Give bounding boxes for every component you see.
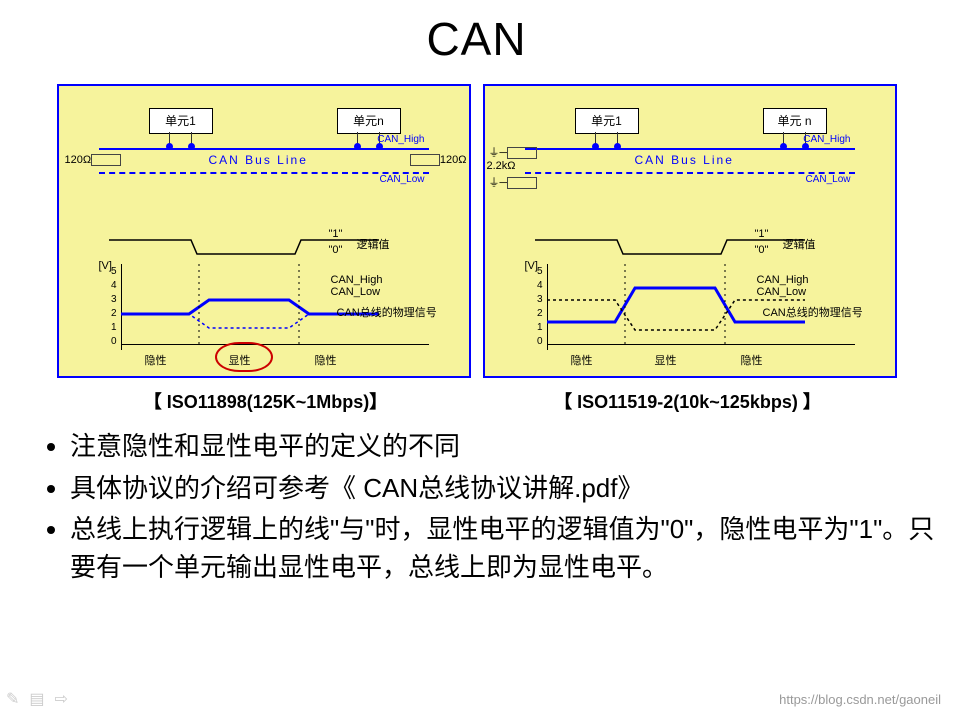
caption-row: 【 ISO11898(125K~1Mbps)】 【 ISO11519-2(10k…	[0, 378, 953, 414]
xlabel-recessive: 隐性	[145, 352, 167, 368]
logic-label: 逻辑值	[357, 236, 390, 252]
can-high-label: CAN_High	[377, 134, 424, 145]
terminator-left-val: 2.2kΩ	[487, 160, 516, 172]
logic-lo: "0"	[755, 244, 769, 256]
can-low-label: CAN_Low	[805, 174, 850, 185]
terminator-left2: ⏚─	[489, 174, 538, 190]
xlabel-recessive: 隐性	[571, 352, 593, 368]
pencil-icon[interactable]: ✎	[6, 689, 19, 709]
terminator-right: 120Ω	[410, 154, 467, 166]
unit-box-1: 单元1	[575, 108, 639, 134]
notes-icon[interactable]: ▤	[29, 689, 44, 709]
caption-left: 【 ISO11898(125K~1Mbps)】	[61, 388, 471, 414]
caption-right: 【 ISO11519-2(10k~125kbps) 】	[483, 388, 893, 414]
unit-box-n: 单元 n	[763, 108, 827, 134]
terminator-left: ⏚─	[489, 144, 538, 160]
diagram-row: 单元1 单元n CAN_High CAN_Low CAN Bus Line 12…	[0, 84, 953, 378]
watermark: https://blog.csdn.net/gaoneil	[779, 692, 941, 707]
bullet-item: 总线上执行逻辑上的线"与"时，显性电平的逻辑值为"0"，隐性电平为"1"。只要有…	[70, 511, 953, 586]
unit-box-1: 单元1	[149, 108, 213, 134]
bullet-item: 注意隐性和显性电平的定义的不同	[70, 428, 953, 466]
ch-high: CAN_High	[331, 274, 383, 286]
logic-hi: "1"	[755, 228, 769, 240]
bullet-item: 具体协议的介绍可参考《 CAN总线协议讲解.pdf》	[70, 470, 953, 508]
bullet-list: 注意隐性和显性电平的定义的不同 具体协议的介绍可参考《 CAN总线协议讲解.pd…	[0, 428, 953, 587]
can-high-label: CAN_High	[803, 134, 850, 145]
terminator-left: 120Ω	[65, 154, 122, 166]
unit-box-n: 单元n	[337, 108, 401, 134]
can-low-label: CAN_Low	[379, 174, 424, 185]
xlabel-recessive2: 隐性	[741, 352, 763, 368]
ch-high: CAN_High	[757, 274, 809, 286]
ch-low: CAN_Low	[331, 286, 381, 298]
logic-hi: "1"	[329, 228, 343, 240]
red-annotation	[215, 342, 273, 372]
logic-label: 逻辑值	[783, 236, 816, 252]
panel-iso11519: 单元1 单元 n CAN_High CAN_Low CAN Bus Line ⏚…	[483, 84, 897, 378]
xlabel-recessive2: 隐性	[315, 352, 337, 368]
phy-label: CAN总线的物理信号	[763, 304, 863, 320]
phy-label: CAN总线的物理信号	[337, 304, 437, 320]
page-title: CAN	[0, 12, 953, 66]
xlabel-dominant: 显性	[655, 352, 677, 368]
logic-lo: "0"	[329, 244, 343, 256]
bus-line-label: CAN Bus Line	[635, 153, 734, 167]
bus-line-label: CAN Bus Line	[209, 153, 308, 167]
slide-toolbar: ✎ ▤ ⇨	[6, 689, 68, 709]
panel-iso11898: 单元1 单元n CAN_High CAN_Low CAN Bus Line 12…	[57, 84, 471, 378]
next-arrow-icon[interactable]: ⇨	[55, 689, 68, 709]
ch-low: CAN_Low	[757, 286, 807, 298]
